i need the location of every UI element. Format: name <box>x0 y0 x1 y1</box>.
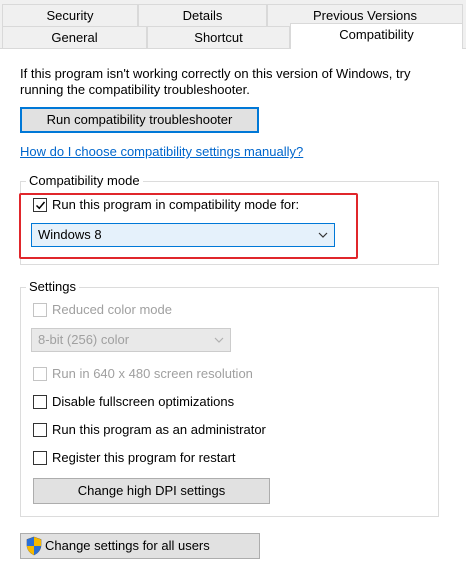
change-dpi-settings-button[interactable]: Change high DPI settings <box>33 478 270 504</box>
chevron-down-icon <box>214 337 224 343</box>
manual-settings-link[interactable]: How do I choose compatibility settings m… <box>20 144 303 159</box>
tab-shortcut[interactable]: Shortcut <box>147 26 290 49</box>
disable-fullscreen-checkbox[interactable] <box>33 395 47 409</box>
run-troubleshooter-button[interactable]: Run compatibility troubleshooter <box>20 107 259 133</box>
reduced-color-label: Reduced color mode <box>52 302 172 317</box>
tab-previous-versions-label: Previous Versions <box>312 8 418 23</box>
tab-general-label: General <box>51 30 98 45</box>
tab-security-label: Security <box>46 8 94 23</box>
tab-shortcut-label: Shortcut <box>194 30 243 45</box>
resolution-640-label: Run in 640 x 480 screen resolution <box>52 366 253 381</box>
highlight-box <box>19 193 358 259</box>
color-depth-value: 8-bit (256) color <box>38 332 130 347</box>
color-depth-dropdown[interactable]: 8-bit (256) color <box>31 328 231 352</box>
tab-compatibility-label: Compatibility <box>339 27 414 42</box>
disable-fullscreen-label: Disable fullscreen optimizations <box>52 394 235 409</box>
compatibility-mode-group-label: Compatibility mode <box>26 173 143 188</box>
tab-details-label: Details <box>182 8 223 23</box>
tab-details[interactable]: Details <box>138 4 267 27</box>
change-settings-all-users-button[interactable]: Change settings for all users <box>20 533 260 559</box>
reduced-color-checkbox[interactable] <box>33 303 47 317</box>
settings-group-label: Settings <box>26 279 79 294</box>
intro-text: If this program isn't working correctly … <box>20 66 411 97</box>
register-restart-label: Register this program for restart <box>52 450 236 465</box>
tab-compatibility[interactable]: Compatibility <box>290 23 463 49</box>
change-settings-all-users-label: Change settings for all users <box>45 538 210 553</box>
uac-shield-icon <box>26 536 42 556</box>
tab-general[interactable]: General <box>2 26 147 49</box>
register-restart-checkbox[interactable] <box>33 451 47 465</box>
run-as-admin-checkbox[interactable] <box>33 423 47 437</box>
tab-security[interactable]: Security <box>2 4 138 27</box>
resolution-640-checkbox[interactable] <box>33 367 47 381</box>
run-as-admin-label: Run this program as an administrator <box>52 422 266 437</box>
